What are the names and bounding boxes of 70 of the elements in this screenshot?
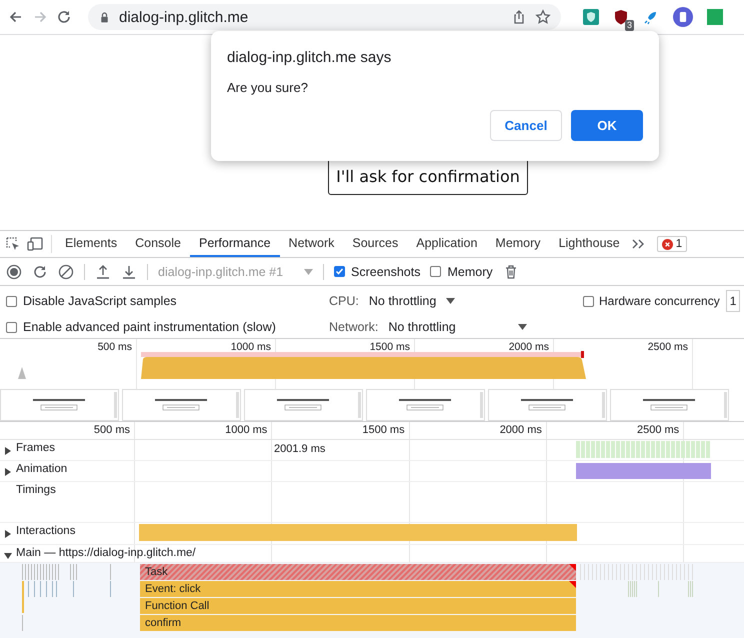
reload-icon[interactable] xyxy=(32,264,48,280)
reload-icon[interactable] xyxy=(56,9,72,25)
error-counter[interactable]: 1 xyxy=(656,236,688,252)
devtools-tab[interactable]: Sources xyxy=(343,231,408,257)
time-label: 2000 ms xyxy=(500,424,543,436)
url-text: dialog-inp.glitch.me xyxy=(119,8,250,26)
time-label: 1000 ms xyxy=(225,424,268,436)
dropdown-icon xyxy=(518,324,527,330)
concurrency-field[interactable]: 1 xyxy=(726,290,740,312)
collapse-icon[interactable] xyxy=(4,550,12,560)
extension-badge: 3 xyxy=(624,20,634,31)
cancel-button[interactable]: Cancel xyxy=(490,110,562,141)
checkbox[interactable]: Disable JavaScript samples xyxy=(6,294,329,308)
dropdown-icon xyxy=(304,268,313,274)
frame-duration: 2001.9 ms xyxy=(274,443,326,455)
time-label: 500 ms xyxy=(94,424,131,436)
clear-icon[interactable] xyxy=(58,264,74,280)
track-label: Interactions xyxy=(16,525,76,537)
address-bar[interactable]: dialog-inp.glitch.me xyxy=(88,4,561,30)
throttling-select[interactable]: No throttling xyxy=(388,320,527,334)
throttling-select[interactable]: No throttling xyxy=(368,294,456,308)
track-label: Animation xyxy=(16,463,68,475)
flame-entry[interactable]: Task xyxy=(140,564,576,580)
download-icon[interactable] xyxy=(121,264,137,280)
time-label: 1500 ms xyxy=(362,424,406,436)
dialog-message: Are you sure? xyxy=(227,80,309,95)
shield-icon[interactable] xyxy=(613,9,629,25)
expand-icon[interactable] xyxy=(4,445,12,455)
time-label: 2000 ms xyxy=(508,341,550,353)
dropdown-icon xyxy=(446,298,456,304)
warning-corner-icon xyxy=(569,564,576,571)
flame-entry[interactable]: confirm xyxy=(140,615,576,631)
device-icon[interactable] xyxy=(27,236,43,252)
devtools-tab[interactable]: Console xyxy=(126,231,190,257)
devtools-tab[interactable]: Elements xyxy=(56,231,126,257)
checkmark-icon xyxy=(335,267,344,276)
star-icon[interactable] xyxy=(535,9,551,25)
flame-entry[interactable]: Function Call xyxy=(140,598,576,614)
rocket-icon[interactable] xyxy=(643,9,659,25)
record-icon[interactable] xyxy=(6,264,22,280)
time-label: 1000 ms xyxy=(230,341,272,353)
checkbox[interactable]: Enable advanced paint instrumentation (slow) xyxy=(6,320,329,334)
flame-entry[interactable]: Event: click xyxy=(140,581,576,597)
time-label: 500 ms xyxy=(98,341,133,353)
track-label: Main — https://dialog-inp.glitch.me/ xyxy=(16,547,196,559)
devtools-tab[interactable]: Performance xyxy=(190,231,280,257)
expand-icon[interactable] xyxy=(4,466,12,476)
devtools-tab[interactable]: Network xyxy=(280,231,344,257)
dialog-title: dialog-inp.glitch.me says xyxy=(227,49,392,66)
error-icon xyxy=(662,238,673,250)
back-icon[interactable] xyxy=(8,9,24,25)
ok-button[interactable]: OK xyxy=(571,110,643,141)
track-label: Frames xyxy=(16,442,55,454)
inspect-icon[interactable] xyxy=(5,236,21,252)
checkbox[interactable]: Screenshots xyxy=(334,264,420,278)
bookmark-icon[interactable] xyxy=(673,7,693,27)
expand-icon[interactable] xyxy=(4,528,12,538)
devtools-tab[interactable]: Memory xyxy=(486,231,550,257)
time-label: 1500 ms xyxy=(370,341,411,353)
throttling-label: Network: xyxy=(329,320,378,334)
devtools-tab[interactable]: Application xyxy=(407,231,486,257)
track-label: Timings xyxy=(16,484,56,496)
checkbox[interactable]: Memory xyxy=(430,264,493,278)
upload-icon[interactable] xyxy=(95,264,111,280)
time-label: 2500 ms xyxy=(648,341,689,353)
throttling-label: CPU: xyxy=(329,294,359,308)
checkbox[interactable]: Hardware concurrency xyxy=(583,294,720,308)
time-label: 2500 ms xyxy=(636,424,680,436)
devtools-tab[interactable]: Lighthouse xyxy=(550,231,629,257)
warning-corner-icon xyxy=(569,581,576,588)
